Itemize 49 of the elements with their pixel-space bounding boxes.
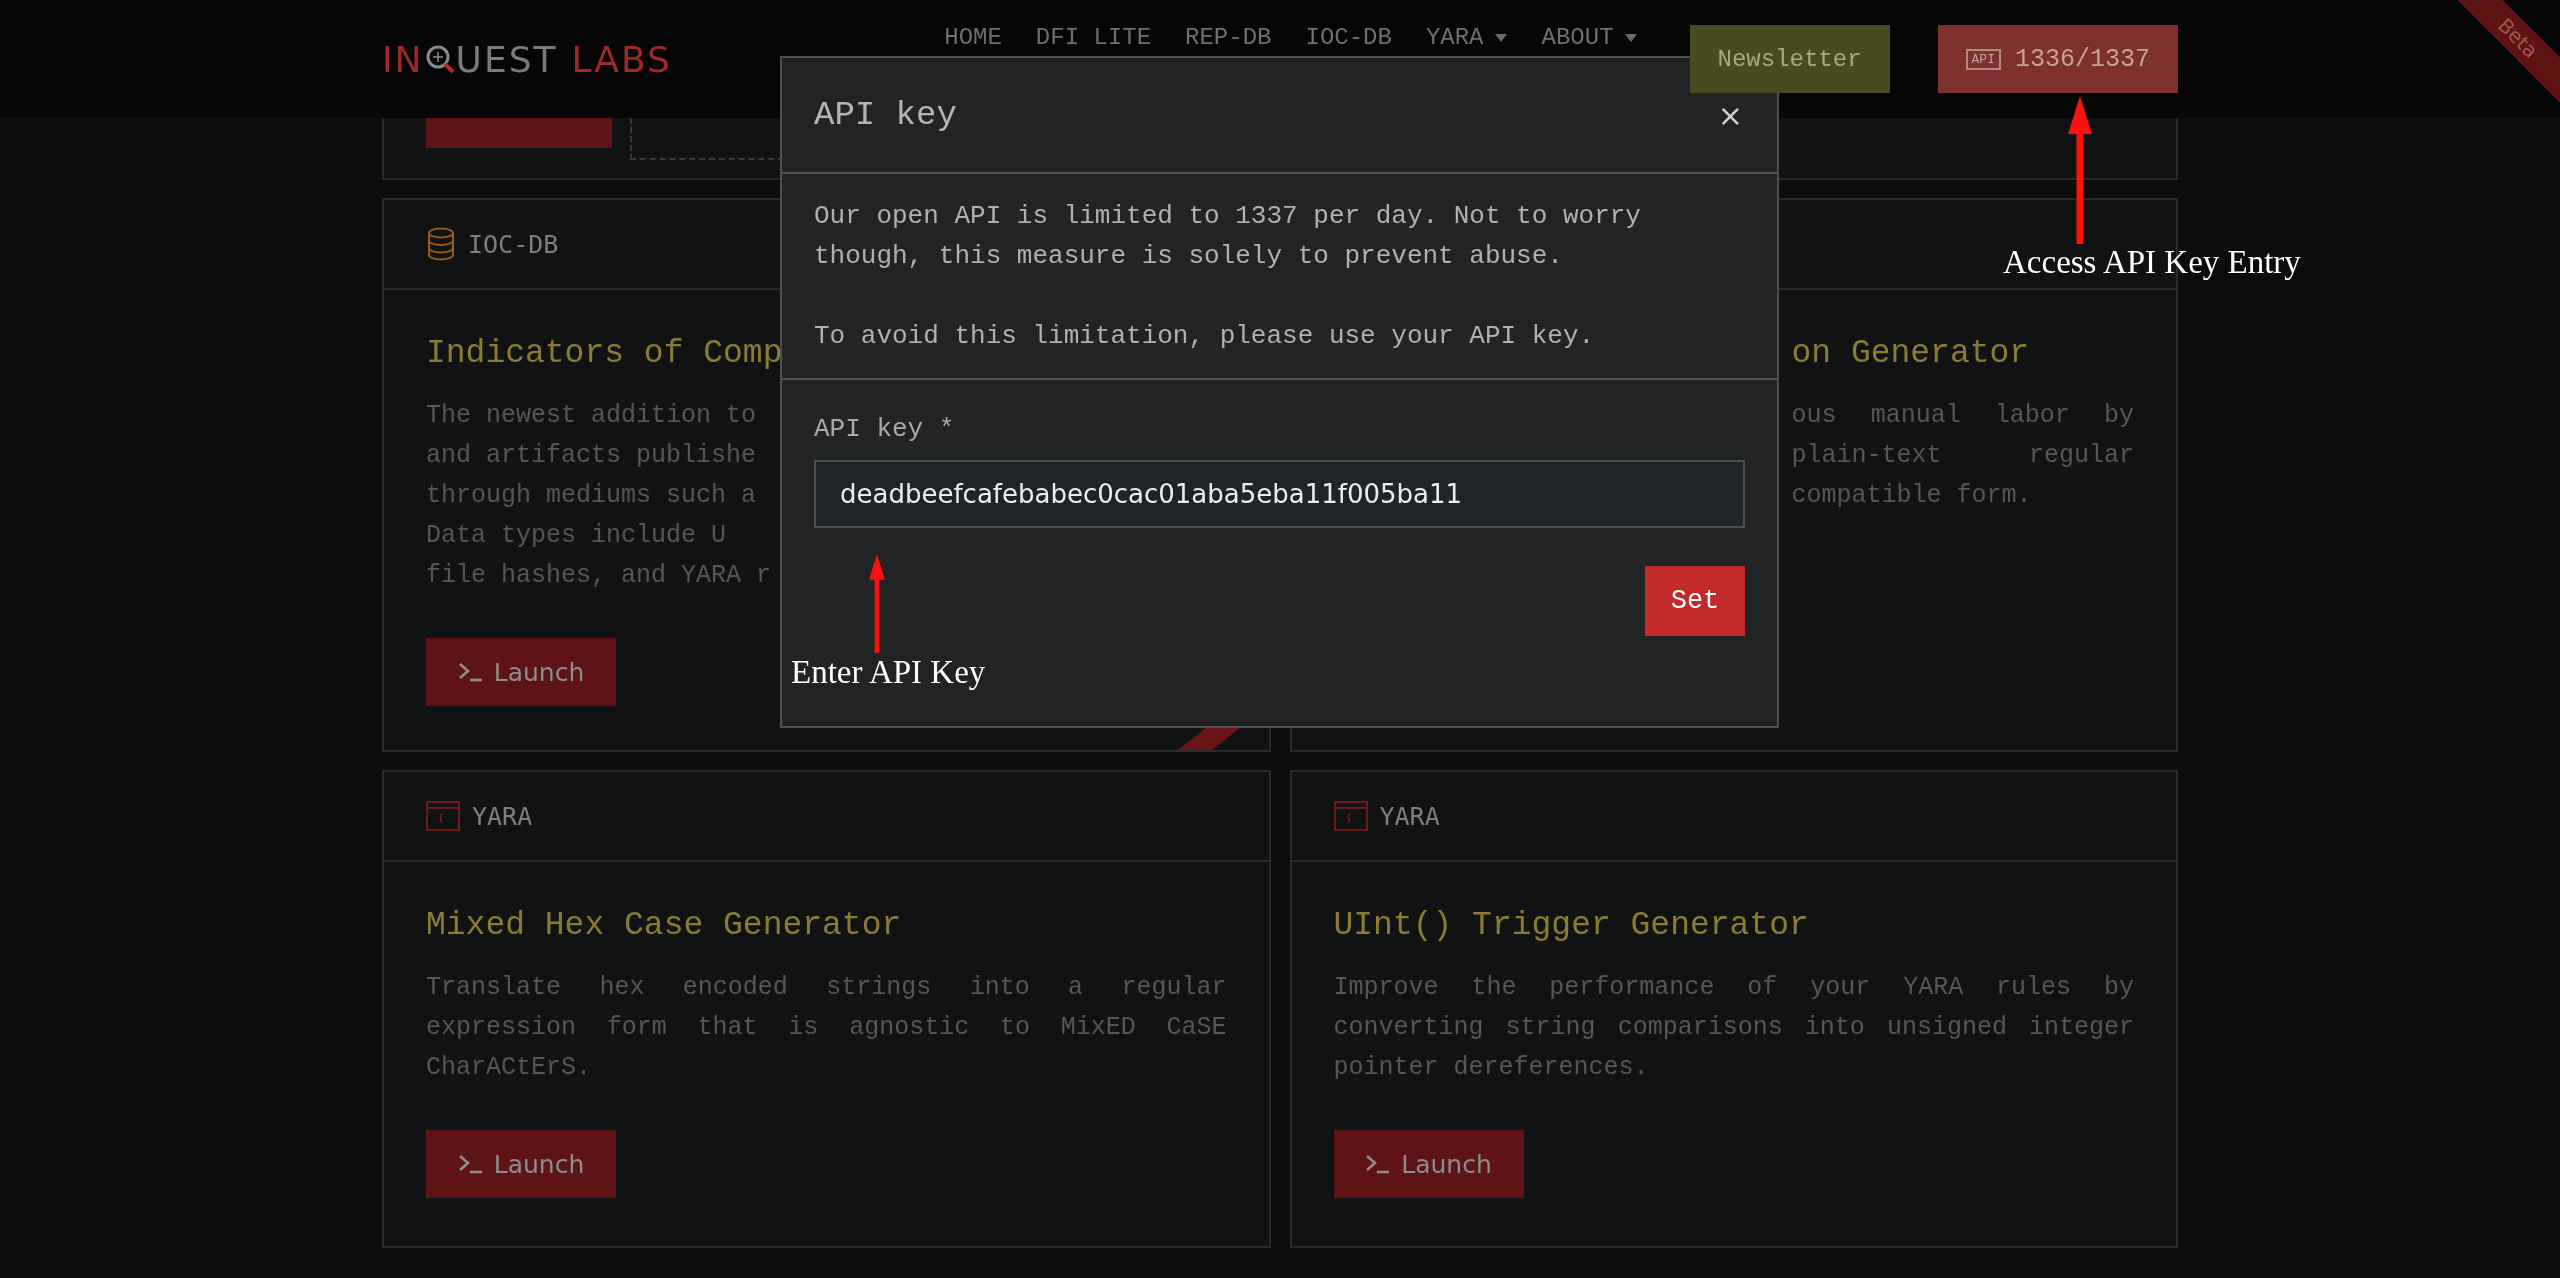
launch-button[interactable]: Launch — [426, 638, 616, 706]
description-line: compatible form. — [1791, 480, 2032, 512]
nav-link[interactable]: REP-DB — [1185, 24, 1272, 54]
close-button[interactable]: × — [1715, 97, 1745, 133]
description-line: ous manual labor by — [1791, 400, 2134, 432]
launch-button[interactable] — [426, 118, 612, 148]
launch-button[interactable]: Launch — [1333, 1130, 1524, 1198]
nav-link[interactable]: YARA — [1425, 24, 1508, 54]
api-badge: API — [1965, 48, 2001, 70]
modal-title: API key — [814, 96, 957, 134]
newsletter-button[interactable]: Newsletter — [1689, 25, 1890, 93]
api-button[interactable]: API 1336/1337 — [1937, 25, 2178, 93]
terminal-icon — [457, 661, 484, 683]
logo-text: UEST — [455, 38, 558, 80]
set-button[interactable]: Set — [1645, 566, 1745, 636]
code-window-icon — [1333, 801, 1368, 831]
card-description: Translate hex encoded strings into a regular expression form that is agnostic to MixED CaSE CharACtErS. — [426, 972, 1227, 1084]
field-label: API key * — [814, 414, 956, 444]
description-line: through mediums such a — [426, 480, 757, 512]
card-category: YARA — [1379, 801, 1440, 831]
terminal-icon — [457, 1153, 484, 1175]
logo-text: LABS — [571, 38, 672, 80]
annotation-label: Enter API Key — [791, 654, 986, 691]
modal-text: Our open API is limited to 1337 per day. Not to worry though, this measure is solely to prevent abuse. — [814, 200, 1642, 273]
description-line: Data types include U — [426, 520, 727, 552]
card-category: YARA — [472, 801, 533, 831]
nav-link[interactable]: ABOUT — [1541, 24, 1638, 54]
launch-button[interactable]: Launch — [426, 1130, 616, 1198]
card-description: Improve the performance of your YARA rules by converting string comparisons into unsigned integer pointer dereferences. — [1333, 972, 2134, 1084]
card-category: IOC-DB — [468, 229, 559, 259]
logo-text: IN — [382, 38, 424, 80]
card-title: Mixed Hex Case Generator — [426, 906, 902, 946]
nav-link[interactable]: HOME — [944, 24, 1002, 54]
modal-text: To avoid this limitation, please use your API key. — [814, 320, 1596, 353]
card-title: on Generator — [1791, 334, 2030, 374]
description-line: plain-text regular — [1791, 440, 2134, 472]
description-line: and artifacts publishe — [426, 440, 757, 472]
terminal-icon — [1365, 1153, 1392, 1175]
nav-link[interactable]: IOC-DB — [1305, 24, 1392, 54]
api-key-field[interactable]: deadbeefcafebabec0cac01aba5eba11f005ba11 — [814, 460, 1745, 528]
card-title: UInt() Trigger Generator — [1333, 906, 1809, 946]
code-window-icon — [426, 801, 460, 831]
description-line: The newest addition to — [426, 400, 757, 432]
description-line: file hashes, and YARA r — [426, 560, 772, 592]
card-title: Indicators of Comp — [426, 334, 783, 374]
database-icon — [426, 227, 456, 261]
magnifier-icon — [424, 44, 455, 74]
nav-link[interactable]: DFI LITE — [1035, 24, 1152, 54]
annotation-label: Access API Key Entry — [2003, 244, 2301, 281]
